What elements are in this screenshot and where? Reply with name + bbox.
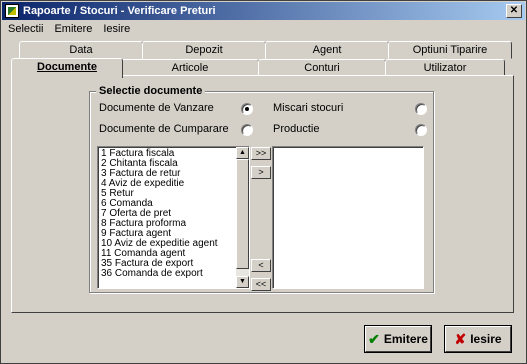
app-icon xyxy=(5,4,19,18)
remove-button[interactable]: < xyxy=(251,259,271,272)
list-item[interactable]: 36 Comanda de export xyxy=(101,269,218,279)
radio-label-cumparare: Documente de Cumparare xyxy=(99,123,229,135)
menu-emitere[interactable]: Emitere xyxy=(48,23,97,35)
iesire-label: Iesire xyxy=(470,332,502,346)
close-button[interactable]: ✕ xyxy=(506,4,522,18)
available-documents-list[interactable]: 1 Factura fiscala 2 Chitanta fiscala 3 Fac… xyxy=(97,146,250,289)
tab-data[interactable]: Data xyxy=(19,41,143,59)
emitere-label: Emitere xyxy=(383,332,428,346)
add-button[interactable]: > xyxy=(251,166,271,179)
check-icon: ✔ xyxy=(368,330,380,347)
menu-selectii[interactable]: Selectii xyxy=(2,23,48,35)
iesire-button[interactable]: ✘ Iesire xyxy=(444,325,512,353)
tab-optiuni-tiparire[interactable]: Optiuni Tiparire xyxy=(388,41,512,59)
x-icon: ✘ xyxy=(454,330,467,347)
selected-documents-list[interactable] xyxy=(272,146,424,289)
list-scrollbar[interactable]: ▲ ▼ xyxy=(236,147,249,288)
selection-title: Selectie documente xyxy=(96,85,206,97)
remove-all-button[interactable]: << xyxy=(251,278,271,291)
radio-label-productie: Productie xyxy=(273,123,320,135)
emitere-button[interactable]: ✔ Emitere xyxy=(364,325,432,353)
tab-agent[interactable]: Agent xyxy=(265,41,389,59)
add-all-button[interactable]: >> xyxy=(251,147,271,160)
radio-label-miscari: Miscari stocuri xyxy=(273,102,344,114)
window-title: Rapoarte / Stocuri - Verificare Preturi xyxy=(23,5,216,17)
radio-vanzare[interactable] xyxy=(241,103,253,115)
radio-label-vanzare: Documente de Vanzare xyxy=(99,102,214,114)
radio-productie[interactable] xyxy=(415,124,427,136)
title-bar: Rapoarte / Stocuri - Verificare Preturi … xyxy=(2,2,525,20)
menu-bar: Selectii Emitere Iesire xyxy=(2,20,135,38)
tab-documente[interactable]: Documente xyxy=(11,58,123,78)
radio-miscari[interactable] xyxy=(415,103,427,115)
scroll-up-button[interactable]: ▲ xyxy=(236,147,249,159)
main-window: Rapoarte / Stocuri - Verificare Preturi … xyxy=(0,0,527,364)
scroll-thumb[interactable] xyxy=(236,159,249,269)
radio-cumparare[interactable] xyxy=(241,124,253,136)
tab-depozit[interactable]: Depozit xyxy=(142,41,266,59)
scroll-down-button[interactable]: ▼ xyxy=(236,276,249,288)
menu-iesire[interactable]: Iesire xyxy=(97,23,135,35)
